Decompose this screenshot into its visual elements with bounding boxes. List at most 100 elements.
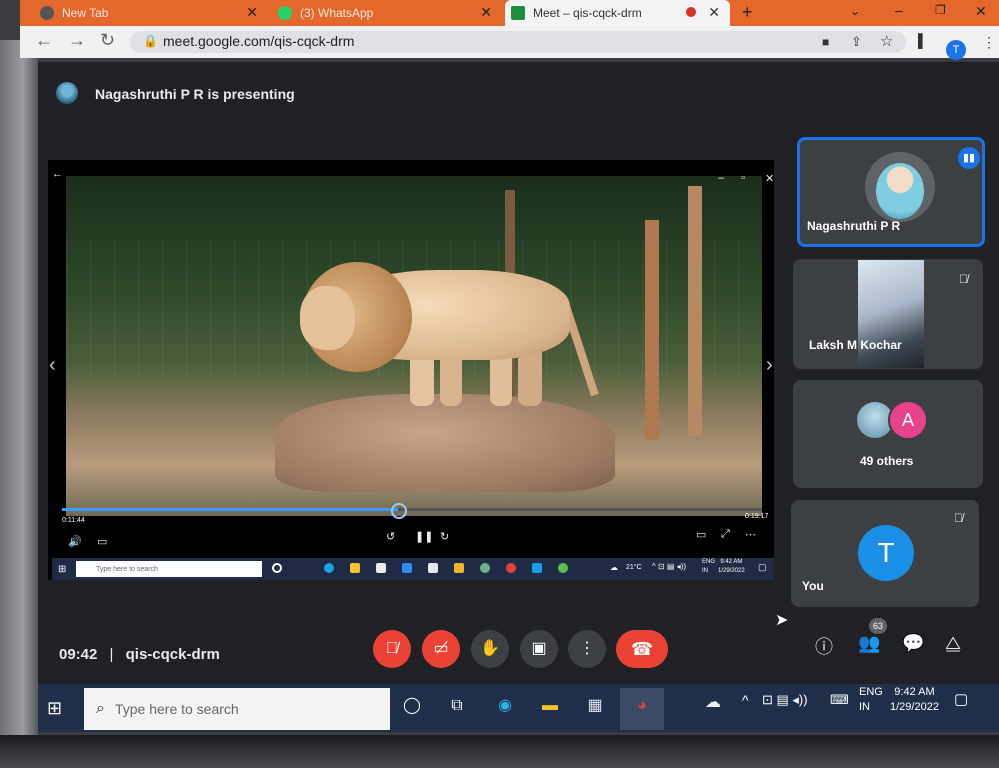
chrome-icon xyxy=(40,6,54,20)
keyboard-icon[interactable]: ⌨ xyxy=(830,692,849,708)
edge-icon[interactable]: ◉ xyxy=(494,695,516,717)
shared-lang: ENG IN xyxy=(702,558,715,576)
back-icon[interactable]: ← xyxy=(35,30,53,51)
recording-icon xyxy=(686,7,696,17)
video-total-time: 0:19:17 xyxy=(745,513,769,520)
shared-time: 9:42 AM xyxy=(720,559,743,565)
new-tab-button[interactable]: + xyxy=(742,2,753,23)
tab-label: New Tab xyxy=(62,6,109,20)
shared-app-icon xyxy=(428,563,438,573)
participant-photo xyxy=(876,163,924,219)
others-count-label: 49 others xyxy=(860,454,914,468)
present-screen-button[interactable]: ▣ xyxy=(520,630,558,668)
language-indicator[interactable]: ENG IN xyxy=(859,685,883,715)
meeting-details-icon[interactable]: ⓘ xyxy=(815,633,833,659)
mic-toggle-button[interactable]: 🎙̸ xyxy=(373,630,411,668)
tray-chevron-icon[interactable]: ^ xyxy=(742,692,749,708)
monitor-bezel-bottom xyxy=(0,735,999,768)
player-close-icon[interactable]: ✕ xyxy=(765,172,774,185)
mic-off-icon: 🎙̸ xyxy=(954,511,963,525)
shared-app-icon xyxy=(324,563,334,573)
tab-whatsapp[interactable]: (3) WhatsApp ✕ xyxy=(270,0,502,26)
video-progress-knob[interactable] xyxy=(391,503,407,519)
fullscreen-icon[interactable]: ⤢ xyxy=(721,528,730,541)
region-code: IN xyxy=(859,701,870,713)
clock-date: 1/29/2022 xyxy=(890,701,939,713)
video-tree xyxy=(645,220,659,440)
window-close-icon[interactable]: ✕ xyxy=(975,3,987,20)
clock-time: 9:42 AM xyxy=(894,686,935,698)
forward-icon[interactable]: → xyxy=(68,30,86,51)
taskbar-search-box[interactable]: ⌕ Type here to search xyxy=(84,688,390,730)
people-icon[interactable]: 👥 xyxy=(858,633,880,654)
volume-icon[interactable]: 🔊 xyxy=(68,535,82,548)
lock-icon: 🔒 xyxy=(143,34,158,48)
player-minimize-icon[interactable]: – xyxy=(718,172,724,184)
taskbar-clock[interactable]: 9:42 AM 1/29/2022 xyxy=(890,685,939,715)
mic-off-icon: 🎙̸ xyxy=(959,272,968,286)
participant-name: Laksh M Kochar xyxy=(809,338,902,352)
shared-notification-icon: ▢ xyxy=(758,562,767,572)
side-panel-icon[interactable]: ▌ xyxy=(918,33,927,48)
weather-icon[interactable]: ☁ xyxy=(705,692,721,712)
rewind-icon[interactable]: ↺ xyxy=(386,530,395,543)
shared-app-icon xyxy=(272,563,282,573)
tray-icons[interactable]: ⊡ ▤ ◂)) xyxy=(762,692,808,708)
reload-icon[interactable]: ↻ xyxy=(100,30,115,51)
shared-search-placeholder: Type here to search xyxy=(96,565,158,573)
tab-new-tab[interactable]: New Tab ✕ xyxy=(20,0,268,26)
participant-name: Nagashruthi P R xyxy=(807,219,901,233)
meeting-separator: | xyxy=(109,646,114,663)
notification-icon[interactable]: ▢ xyxy=(954,690,968,708)
presenter-avatar xyxy=(56,82,78,104)
player-restore-icon[interactable]: ▫ xyxy=(741,172,745,184)
taskbar-search-placeholder: Type here to search xyxy=(114,701,239,717)
chevron-right-icon[interactable]: › xyxy=(766,354,773,377)
profile-avatar[interactable]: T xyxy=(946,40,966,60)
people-count-badge: 63 xyxy=(869,618,887,634)
more-options-button[interactable]: ⋮ xyxy=(568,630,606,668)
subtitles-icon[interactable]: ▭ xyxy=(97,535,107,548)
shared-tray-icons: ^ ⊡ ▤ ◂)) xyxy=(652,562,687,571)
presenting-label: Nagashruthi P R is presenting xyxy=(95,86,295,102)
video-current-time: 0:11:44 xyxy=(62,517,85,524)
shared-app-icon xyxy=(480,563,490,573)
shared-app-icon xyxy=(454,563,464,573)
forward-icon[interactable]: ↻ xyxy=(440,530,449,543)
close-tab-icon[interactable]: ✕ xyxy=(480,4,492,21)
cortana-icon[interactable]: ◯ xyxy=(401,695,423,717)
chat-icon[interactable]: 💬 xyxy=(902,633,924,654)
video-tree xyxy=(688,186,702,436)
whatsapp-icon xyxy=(278,6,292,20)
shared-clock: 9:42 AM 1/29/2022 xyxy=(718,558,745,576)
chevron-down-icon[interactable]: ⌄ xyxy=(850,4,860,18)
raise-hand-button[interactable]: ✋ xyxy=(471,630,509,668)
tab-label: (3) WhatsApp xyxy=(300,6,374,20)
maximize-icon[interactable]: ❐ xyxy=(935,3,946,17)
more-icon[interactable]: ⋯ xyxy=(745,528,756,541)
video-rock xyxy=(275,394,615,492)
bookmark-star-icon[interactable]: ☆ xyxy=(880,32,893,50)
player-back-icon[interactable]: ← xyxy=(52,168,63,180)
task-view-icon[interactable]: ⧉ xyxy=(446,695,468,717)
tab-label: Meet – qis-cqck-drm xyxy=(533,6,642,20)
end-call-button[interactable]: ☎ xyxy=(616,630,668,668)
activities-icon[interactable]: ⧋ xyxy=(945,633,961,654)
camera-icon[interactable]: ■ xyxy=(822,35,829,49)
minimize-icon[interactable]: – xyxy=(895,2,903,18)
share-icon[interactable]: ⇪ xyxy=(851,34,862,50)
chevron-left-icon[interactable]: ‹ xyxy=(49,354,56,377)
store-icon[interactable]: ▦ xyxy=(584,695,606,717)
pause-icon[interactable]: ❚❚ xyxy=(415,530,433,543)
close-tab-icon[interactable]: ✕ xyxy=(708,4,720,21)
menu-kebab-icon[interactable]: ⋮ xyxy=(982,34,996,51)
shared-region-code: IN xyxy=(702,568,708,574)
camera-toggle-button[interactable]: ▭̸ xyxy=(422,630,460,668)
tab-meet[interactable]: Meet – qis-cqck-drm ✕ xyxy=(505,0,730,26)
file-explorer-icon[interactable]: ▬ xyxy=(539,695,561,717)
cast-icon[interactable]: ▭ xyxy=(696,528,706,541)
start-icon[interactable]: ⊞ xyxy=(47,698,62,719)
self-avatar: T xyxy=(858,525,914,581)
close-tab-icon[interactable]: ✕ xyxy=(246,4,258,21)
shared-start-icon: ⊞ xyxy=(58,564,67,575)
